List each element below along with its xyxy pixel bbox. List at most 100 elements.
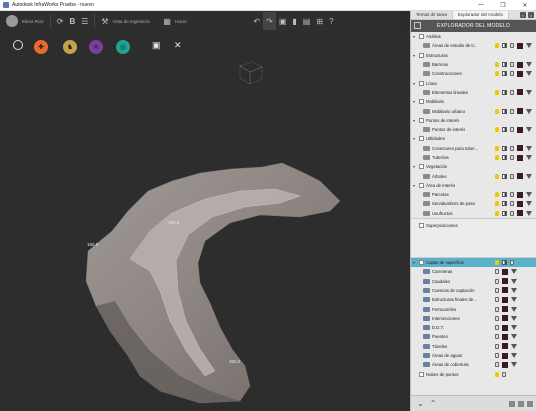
- tab-model-explorer[interactable]: Explorador del modelo: [453, 11, 510, 19]
- sync-button[interactable]: ⟳: [54, 12, 67, 30]
- visibility-bulb-icon[interactable]: [495, 173, 499, 179]
- color-swatch[interactable]: [502, 306, 508, 313]
- surface-layer-item[interactable]: Intersecciones: [411, 314, 536, 323]
- selectable-icon[interactable]: [502, 43, 507, 49]
- layer-item[interactable]: Mobiliario urbano: [411, 106, 536, 115]
- color-swatch[interactable]: [502, 315, 508, 322]
- filter-icon[interactable]: [526, 62, 532, 68]
- collapse-icon[interactable]: ▾: [413, 81, 416, 86]
- engineering-view-button[interactable]: ⚒ Vista de ingeniería: [98, 12, 160, 30]
- layer-checkbox[interactable]: [419, 117, 424, 123]
- lock-icon[interactable]: [495, 334, 499, 340]
- 3d-viewport[interactable]: ✚ ♞ ≋ ◎ ▣ ✕ 360.0 150.0 350.0: [0, 31, 410, 411]
- filter-icon[interactable]: [526, 89, 532, 95]
- pin-icon[interactable]: ▪: [520, 12, 526, 18]
- collapse-icon[interactable]: ▾: [413, 136, 416, 141]
- filter-icon[interactable]: [511, 269, 517, 275]
- layer-item[interactable]: Servidumbres de paso: [411, 199, 536, 208]
- color-swatch[interactable]: [517, 210, 523, 217]
- filter-icon[interactable]: [511, 315, 517, 321]
- lock-icon[interactable]: [495, 353, 499, 359]
- color-swatch[interactable]: [502, 296, 508, 303]
- color-swatch[interactable]: [517, 200, 523, 207]
- filter-icon[interactable]: [511, 362, 517, 368]
- surface-layer-item[interactable]: Áreas de aguas: [411, 351, 536, 360]
- stack-button[interactable]: ☰: [78, 12, 91, 30]
- filter-icon[interactable]: [526, 201, 532, 207]
- bookmark-button[interactable]: ▮: [289, 12, 299, 30]
- color-swatch[interactable]: [502, 361, 508, 368]
- superposiciones-checkbox[interactable]: [419, 222, 424, 228]
- filter-icon[interactable]: [511, 306, 517, 312]
- lock-icon[interactable]: [495, 269, 499, 275]
- visibility-bulb-icon[interactable]: [495, 145, 499, 151]
- lock-icon[interactable]: [510, 260, 514, 266]
- selectable-icon[interactable]: [502, 89, 507, 95]
- color-swatch[interactable]: [502, 278, 508, 285]
- visibility-bulb-icon[interactable]: [495, 62, 499, 68]
- collapse-icon[interactable]: ▾: [413, 99, 416, 104]
- point-cloud-group[interactable]: Nubes de puntos: [411, 370, 536, 379]
- lock-icon[interactable]: [510, 89, 514, 95]
- selectable-icon[interactable]: [502, 155, 507, 160]
- maximize-button[interactable]: ❐: [492, 0, 514, 11]
- minimize-button[interactable]: —: [470, 0, 492, 11]
- surface-layer-item[interactable]: Cuencas de captación: [411, 286, 536, 295]
- redo-button[interactable]: ↷: [263, 12, 276, 30]
- color-swatch[interactable]: [502, 287, 508, 294]
- selectable-icon[interactable]: [502, 127, 507, 133]
- lock-icon[interactable]: [510, 127, 514, 133]
- layer-item[interactable]: Árboles: [411, 171, 536, 180]
- lock-icon[interactable]: [510, 62, 514, 68]
- visibility-bulb-icon[interactable]: [495, 127, 499, 133]
- visibility-bulb-icon[interactable]: [495, 210, 499, 216]
- layer-item[interactable]: Conectores para tuber...: [411, 144, 536, 153]
- layer-checkbox[interactable]: [419, 80, 424, 86]
- collapse-icon[interactable]: ▾: [413, 260, 416, 265]
- layer-item[interactable]: Usufructos: [411, 209, 536, 218]
- color-swatch[interactable]: [502, 343, 508, 350]
- collapse-icon[interactable]: ▾: [413, 118, 416, 123]
- visibility-bulb-icon[interactable]: [495, 155, 499, 160]
- surface-layer-item[interactable]: D.D.T.: [411, 323, 536, 332]
- collapse-icon[interactable]: ▾: [413, 34, 416, 39]
- lock-icon[interactable]: [495, 325, 499, 331]
- filter-icon[interactable]: [511, 343, 517, 349]
- surface-layer-item[interactable]: Estructuras finales de...: [411, 295, 536, 304]
- footer-action-icon[interactable]: [518, 400, 524, 407]
- visibility-bulb-icon[interactable]: [495, 43, 499, 49]
- help-button[interactable]: ?: [326, 12, 336, 30]
- filter-icon[interactable]: [526, 173, 532, 179]
- visibility-bulb-icon[interactable]: [495, 192, 499, 198]
- color-swatch[interactable]: [517, 173, 523, 180]
- surface-layer-item[interactable]: Caudales: [411, 277, 536, 286]
- filter-icon[interactable]: [526, 210, 532, 216]
- lock-icon[interactable]: [510, 71, 514, 77]
- selectable-icon[interactable]: [502, 62, 507, 68]
- layer-group[interactable]: ▾ Estructuras: [411, 51, 536, 60]
- lock-icon[interactable]: [510, 108, 514, 114]
- color-swatch[interactable]: [502, 333, 508, 340]
- color-swatch[interactable]: [502, 268, 508, 275]
- layer-checkbox[interactable]: [419, 182, 424, 188]
- layer-item[interactable]: Puntos de interés: [411, 125, 536, 134]
- collapse-all-icon[interactable]: ⌄: [417, 399, 424, 408]
- close-button[interactable]: ✕: [514, 0, 536, 11]
- filter-icon[interactable]: [526, 192, 532, 198]
- model-button[interactable]: ▦ Hacer: [160, 12, 250, 30]
- selectable-icon[interactable]: [502, 201, 507, 207]
- color-swatch[interactable]: [502, 324, 508, 331]
- lock-icon[interactable]: [495, 343, 499, 349]
- lock-icon[interactable]: [510, 173, 514, 179]
- layer-item[interactable]: Tuberías: [411, 153, 536, 162]
- layer-group[interactable]: ▾ Vegetación: [411, 162, 536, 171]
- surface-layer-item[interactable]: Ferrocarriles: [411, 304, 536, 313]
- lock-icon[interactable]: [510, 192, 514, 198]
- lock-icon[interactable]: [495, 287, 499, 293]
- surface-layer-item[interactable]: Túneles: [411, 342, 536, 351]
- selectable-icon[interactable]: [502, 71, 507, 77]
- color-swatch[interactable]: [502, 352, 508, 359]
- color-swatch[interactable]: [517, 154, 523, 161]
- undo-button[interactable]: ↶: [250, 12, 263, 30]
- layer-group[interactable]: ▾ Línea: [411, 78, 536, 87]
